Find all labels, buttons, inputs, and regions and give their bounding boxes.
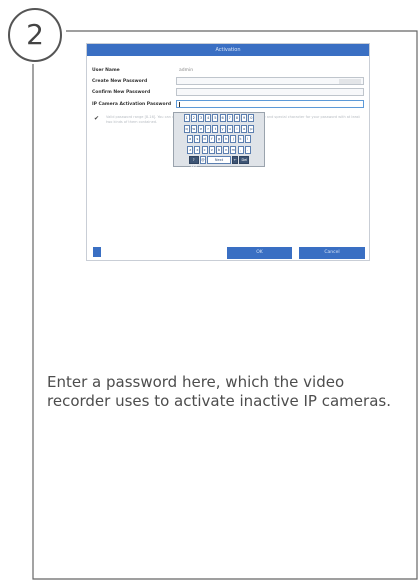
field-create-password: Create New Password <box>92 77 366 86</box>
key[interactable]: 3 <box>198 114 205 122</box>
key[interactable]: h <box>223 135 230 143</box>
field-ip-camera-password: IP Camera Activation Password <box>92 100 366 109</box>
key-symbols[interactable]: ?123 <box>188 156 199 168</box>
key[interactable]: 8 <box>233 114 240 122</box>
ip-camera-password-input[interactable] <box>176 100 364 108</box>
key[interactable]: 1 <box>183 114 190 122</box>
key[interactable]: x <box>194 145 201 154</box>
key[interactable]: 2 <box>190 114 197 122</box>
key[interactable]: 7 <box>226 114 233 122</box>
step-caption: Enter a password here, which the video r… <box>47 373 391 410</box>
password-strength-indicator <box>339 79 361 84</box>
checkmark-icon: ✔ <box>94 115 100 122</box>
on-screen-keyboard: 1 2 3 4 5 6 7 8 9 0 q w e r t y u i o p … <box>173 112 265 168</box>
key[interactable]: a <box>187 135 194 143</box>
key[interactable]: g <box>216 135 222 143</box>
keyboard-row: a s d f g h j k l <box>175 135 263 144</box>
field-confirm-password: Confirm New Password <box>92 88 366 97</box>
key-backspace[interactable]: ← <box>232 156 239 164</box>
key[interactable]: d <box>201 135 208 143</box>
key[interactable]: @ <box>199 156 206 164</box>
key[interactable]: p <box>248 124 255 133</box>
key[interactable]: 0 <box>248 114 255 122</box>
key[interactable]: r <box>205 124 212 133</box>
key[interactable]: t <box>212 124 219 133</box>
dialog-title: Activation <box>87 44 369 56</box>
key[interactable]: 5 <box>212 114 219 122</box>
keyboard-row: ?123 @ Next ← Del <box>175 156 263 168</box>
key[interactable]: q <box>183 124 190 133</box>
keyboard-row: 1 2 3 4 5 6 7 8 9 0 <box>175 114 263 123</box>
key-delete[interactable]: Del <box>239 156 250 164</box>
activation-screenshot: Activation User Name admin Create New Pa… <box>86 43 370 261</box>
field-label: User Name <box>92 68 120 73</box>
corner-button[interactable] <box>93 247 101 257</box>
field-value: admin <box>179 68 194 73</box>
create-password-input[interactable] <box>176 77 364 85</box>
ok-button[interactable]: OK <box>227 247 292 259</box>
key[interactable]: c <box>201 145 208 154</box>
key[interactable]: l <box>244 135 251 143</box>
key[interactable]: 4 <box>205 114 212 122</box>
text-caret <box>179 102 180 107</box>
key[interactable]: k <box>237 135 244 143</box>
field-label: IP Camera Activation Password <box>92 102 172 107</box>
key-next[interactable]: Next <box>207 156 231 164</box>
key[interactable]: z <box>187 145 194 154</box>
key[interactable]: , <box>237 145 244 154</box>
key[interactable]: v <box>208 145 215 154</box>
key[interactable]: 9 <box>241 114 248 122</box>
key[interactable]: w <box>190 124 197 133</box>
key[interactable]: b <box>216 145 222 154</box>
key[interactable]: 6 <box>219 114 226 122</box>
field-label: Create New Password <box>92 79 148 84</box>
key[interactable]: m <box>230 145 237 154</box>
key[interactable]: . <box>244 145 251 154</box>
key[interactable]: n <box>223 145 230 154</box>
field-label: Confirm New Password <box>92 90 151 95</box>
keyboard-row: q w e r t y u i o p <box>175 124 263 134</box>
key[interactable]: f <box>208 135 215 143</box>
key[interactable]: e <box>198 124 205 133</box>
cancel-button[interactable]: Cancel <box>299 247 365 259</box>
key[interactable]: s <box>194 135 201 143</box>
keyboard-row: z x c v b n m , . <box>175 145 263 155</box>
key[interactable]: o <box>241 124 248 133</box>
key[interactable]: i <box>233 124 240 133</box>
key[interactable]: u <box>226 124 233 133</box>
key[interactable]: j <box>230 135 237 143</box>
key[interactable]: y <box>219 124 226 133</box>
confirm-password-input[interactable] <box>176 88 364 96</box>
